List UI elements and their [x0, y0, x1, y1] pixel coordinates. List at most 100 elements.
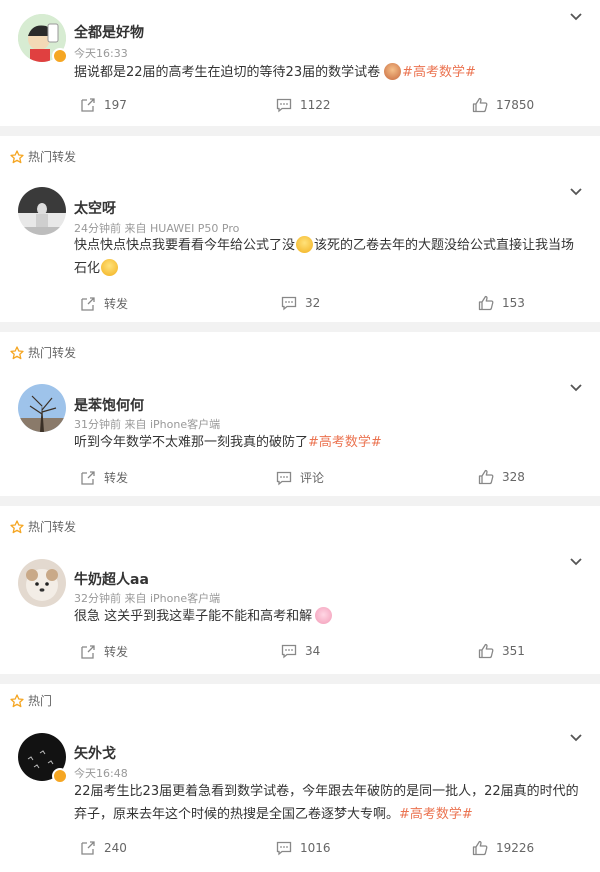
action-bar: 转发 32 153 [0, 295, 600, 315]
post-text-body: 听到今年数学不太难那一刻我真的破防了 [74, 435, 309, 450]
comment-icon [276, 97, 292, 113]
author-name[interactable]: 太空呀 [74, 198, 116, 218]
hot-label: 热门 [28, 694, 53, 708]
thumbs-up-icon [472, 97, 488, 113]
separator [0, 674, 600, 684]
thumbs-up-icon [478, 469, 494, 485]
author-name[interactable]: 矢外戈 [74, 743, 116, 763]
comment-count: 32 [305, 296, 321, 310]
pig-emoji-icon [315, 607, 333, 624]
chevron-down-icon[interactable] [570, 384, 582, 392]
thumbs-up-icon [478, 643, 494, 659]
like-button[interactable]: 328 [478, 469, 525, 485]
post-time[interactable]: 今天16:48 [74, 765, 128, 781]
action-bar: 转发 评论 328 [0, 469, 600, 489]
share-label: 转发 [104, 645, 129, 659]
hashtag-link[interactable]: #高考数学# [399, 807, 473, 822]
post-card: 热门转发 是苯饱何何 31分钟前 来自 iPhone客户端 听到今年数学不太难那… [0, 332, 600, 496]
hot-repost-header: 热门转发 [10, 518, 76, 535]
separator [0, 496, 600, 506]
star-icon [10, 346, 24, 360]
comment-count: 1016 [300, 841, 331, 855]
star-icon [10, 694, 24, 708]
share-button[interactable]: 197 [80, 97, 127, 113]
share-count: 240 [104, 841, 127, 855]
star-icon [10, 520, 24, 534]
hot-label: 热门转发 [28, 150, 77, 164]
share-label: 转发 [104, 471, 129, 485]
post-text-line: 石化 [74, 261, 101, 276]
like-button[interactable]: 153 [478, 295, 525, 311]
dizzy-emoji-icon [296, 236, 314, 253]
share-icon [80, 296, 96, 312]
post-card: 热门转发 牛奶超人aa 32分钟前 来自 iPhone客户端 很急 这关乎到我这… [0, 506, 600, 674]
author-name[interactable]: 全都是好物 [74, 22, 144, 42]
chevron-down-icon[interactable] [570, 734, 582, 742]
post-text: 很急 这关乎到我这辈子能不能和高考和解 [74, 605, 584, 628]
action-bar: 转发 34 351 [0, 643, 600, 663]
post-card: 热门转发 太空呀 24分钟前 来自 HUAWEI P50 Pro 快点快点快点我… [0, 136, 600, 322]
thumbs-up-icon [478, 295, 494, 311]
comment-button[interactable]: 1122 [276, 97, 331, 113]
post-text: 快点快点快点我要看看今年给公式了没 该死的乙卷去年的大题没给公式直接让我当场 石化 [74, 234, 584, 280]
hot-repost-header: 热门转发 [10, 148, 76, 165]
hot-label: 热门转发 [28, 520, 77, 534]
hashtag-link[interactable]: #高考数学# [308, 435, 382, 450]
post-text-line: 22届考生比23届更着急看到数学试卷，今年跟去年破防的是同一批人，22届真的时代… [74, 784, 579, 799]
comment-button[interactable]: 评论 [276, 469, 324, 486]
comment-button[interactable]: 1016 [276, 840, 331, 856]
post-text-line: 弃子，原来去年这个时候的热搜是全国乙卷逐梦大专啊。 [74, 807, 400, 822]
share-icon [80, 644, 96, 660]
like-count: 328 [502, 470, 525, 484]
comment-button[interactable]: 32 [281, 295, 320, 311]
share-count: 197 [104, 98, 127, 112]
comment-count: 34 [305, 644, 321, 658]
share-icon [80, 470, 96, 486]
post-text: 听到今年数学不太难那一刻我真的破防了#高考数学# [74, 431, 584, 454]
like-button[interactable]: 17850 [472, 97, 534, 113]
share-button[interactable]: 240 [80, 840, 127, 856]
avatar[interactable] [18, 187, 66, 235]
post-meta[interactable]: 32分钟前 来自 iPhone客户端 [74, 590, 220, 606]
comment-icon [281, 295, 297, 311]
like-count: 153 [502, 296, 525, 310]
hot-header: 热门 [10, 692, 52, 709]
thumbs-up-icon [472, 840, 488, 856]
chevron-down-icon[interactable] [570, 558, 582, 566]
share-icon [80, 840, 96, 856]
comment-icon [276, 470, 292, 486]
share-button[interactable]: 转发 [80, 295, 128, 312]
share-button[interactable]: 转发 [80, 469, 128, 486]
avatar[interactable] [18, 384, 66, 432]
post-text: 22届考生比23届更着急看到数学试卷，今年跟去年破防的是同一批人，22届真的时代… [74, 780, 584, 826]
like-count: 351 [502, 644, 525, 658]
like-button[interactable]: 351 [478, 643, 525, 659]
comment-icon [276, 840, 292, 856]
post-card: 热门 矢外戈 今天16:48 22届考生比23届更着急看到数学试卷，今年跟去年破… [0, 684, 600, 872]
share-button[interactable]: 转发 [80, 643, 128, 660]
author-name[interactable]: 牛奶超人aa [74, 569, 149, 589]
verified-badge [52, 768, 68, 784]
post-meta[interactable]: 31分钟前 来自 iPhone客户端 [74, 416, 220, 432]
share-icon [80, 97, 96, 113]
author-name[interactable]: 是苯饱何何 [74, 395, 144, 415]
shocked-emoji-icon [384, 63, 402, 80]
action-bar: 240 1016 19226 [0, 840, 600, 860]
separator [0, 126, 600, 136]
chevron-down-icon[interactable] [570, 188, 582, 196]
verified-badge [52, 48, 68, 64]
post-text-line: 快点快点快点我要看看今年给公式了没 [74, 238, 296, 253]
hashtag-link[interactable]: #高考数学# [402, 65, 476, 80]
action-bar: 197 1122 17850 [0, 97, 600, 117]
hot-repost-header: 热门转发 [10, 344, 76, 361]
post-text: 据说都是22届的高考生在迫切的等待23届的数学试卷 #高考数学# [74, 61, 584, 84]
like-button[interactable]: 19226 [472, 840, 534, 856]
post-time[interactable]: 今天16:33 [74, 45, 128, 61]
comment-count: 1122 [300, 98, 331, 112]
comment-button[interactable]: 34 [281, 643, 320, 659]
chevron-down-icon[interactable] [570, 13, 582, 21]
like-count: 19226 [496, 841, 535, 855]
thinking-emoji-icon [101, 259, 119, 276]
post-card: 全都是好物 今天16:33 据说都是22届的高考生在迫切的等待23届的数学试卷 #… [0, 0, 600, 126]
avatar[interactable] [18, 559, 66, 607]
